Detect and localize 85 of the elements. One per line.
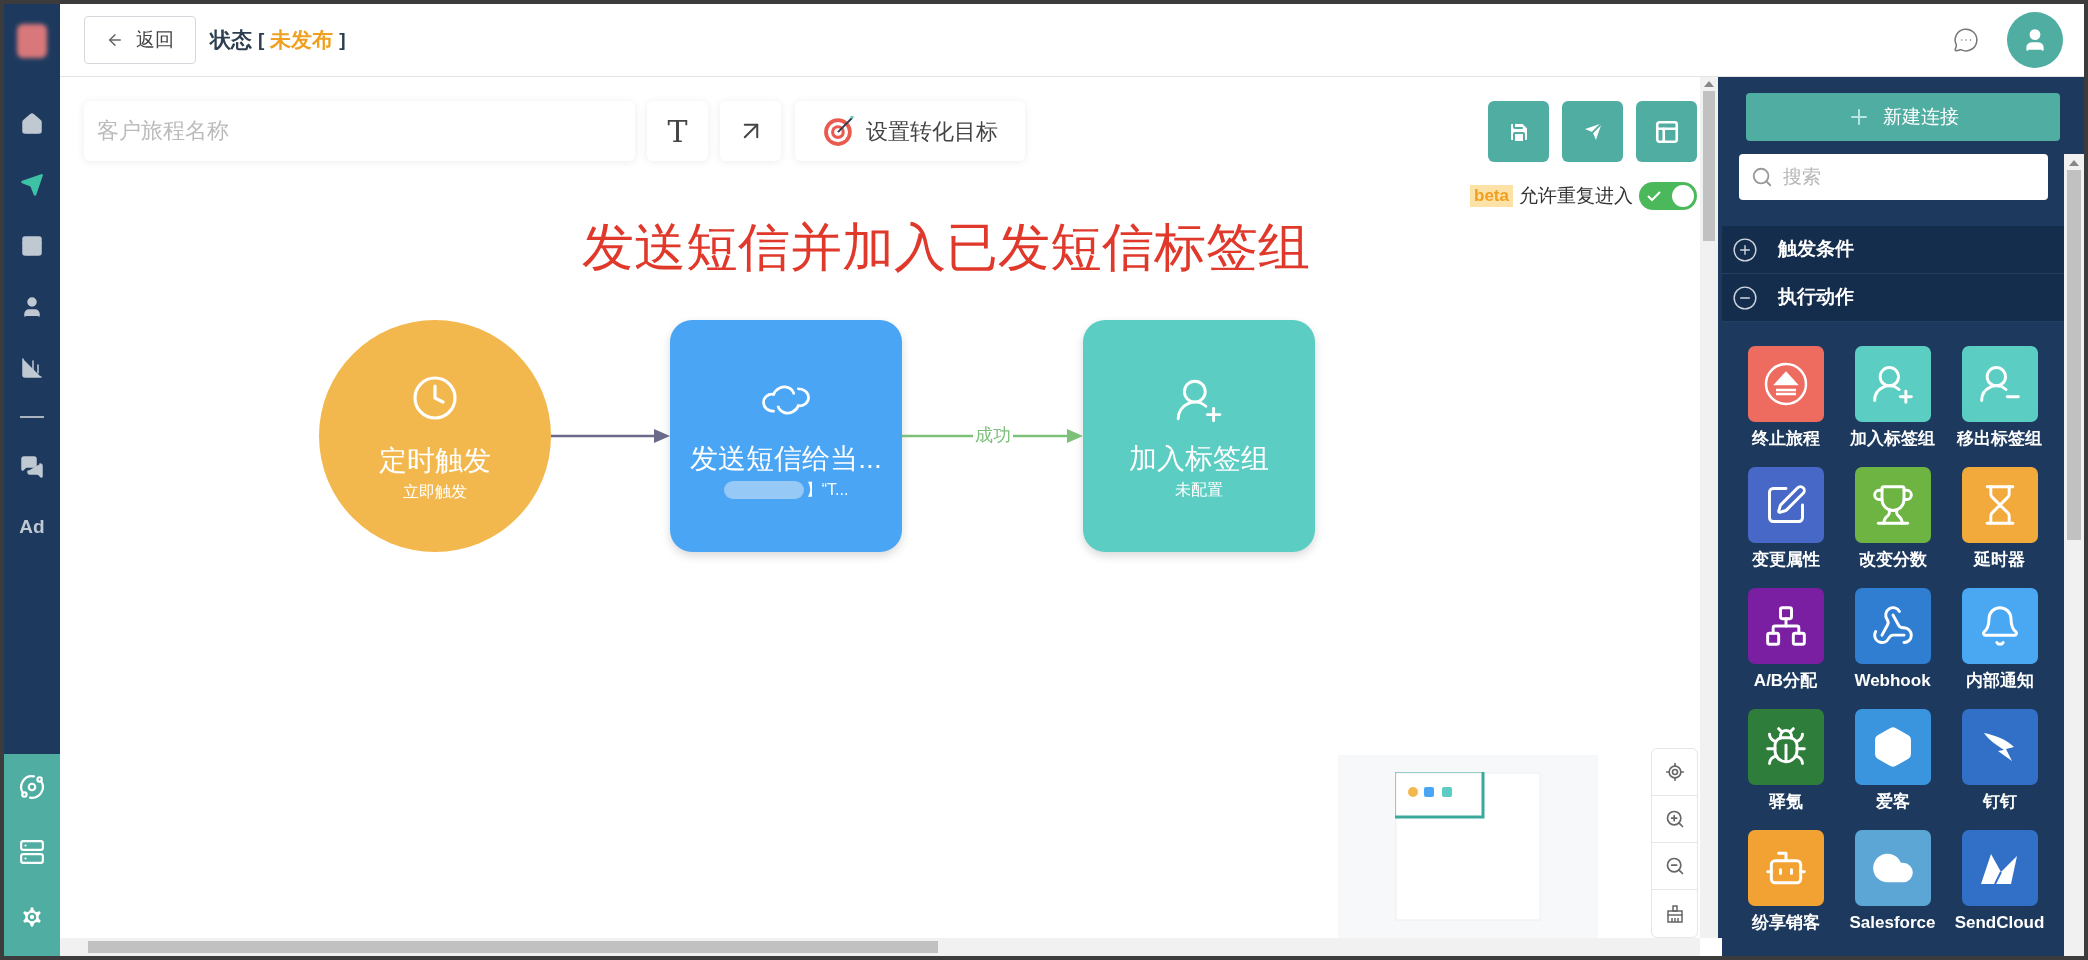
search-icon [1751, 166, 1773, 188]
home-icon [20, 111, 44, 136]
action-tile[interactable] [1854, 588, 1931, 664]
action-label: Webhook [1854, 670, 1931, 692]
avatar[interactable] [2007, 12, 2063, 68]
action-tile[interactable] [1854, 467, 1931, 543]
action-label: 加入标签组 [1850, 428, 1935, 450]
action-label: 移出标签组 [1957, 428, 2042, 450]
beta-badge: beta [1470, 185, 1513, 208]
bracket: [ [258, 27, 265, 52]
nav-item[interactable]: Ad [4, 497, 60, 558]
action-label: SendCloud [1954, 912, 2045, 934]
action-label: Salesforce [1849, 912, 1936, 934]
action-tile[interactable] [1961, 467, 2038, 543]
check-icon [1646, 190, 1662, 203]
status-value: 未发布 [270, 27, 334, 54]
node-title: 定时触发 [379, 443, 491, 478]
logo-icon [17, 23, 47, 58]
branch-icon [1763, 604, 1808, 648]
chat-icon[interactable] [1953, 27, 1979, 53]
action-label: 改变分数 [1858, 549, 1927, 571]
text-tool-button[interactable]: T [647, 101, 708, 161]
eject-icon [1762, 361, 1809, 407]
zoom-out-icon [1664, 856, 1685, 876]
action-label: 内部通知 [1965, 670, 2034, 692]
action-tile[interactable] [1854, 709, 1931, 785]
scrollbar-thumb[interactable] [1703, 91, 1715, 241]
expand-icon [1732, 236, 1758, 263]
goal-button[interactable]: 设置转化目标 [795, 101, 1025, 161]
action-label: 终止旅程 [1751, 428, 1820, 450]
scroll-up-icon[interactable] [1704, 81, 1714, 87]
save-button[interactable] [1488, 101, 1549, 162]
search-field[interactable]: 搜索 [1739, 154, 2048, 200]
status-label: 状态 [210, 27, 252, 54]
trophy-icon [1870, 483, 1915, 527]
node-subtitle: 】“T... [805, 479, 849, 500]
collapse-icon [1732, 284, 1758, 311]
bracket: ] [339, 27, 346, 52]
repeat-entry-label: 允许重复进入 [1519, 184, 1633, 208]
node-subtitle: 未配置 [1175, 479, 1223, 500]
toggle-switch[interactable] [1639, 182, 1697, 211]
action-tile[interactable] [1854, 346, 1931, 422]
action-label: 纷享销客 [1751, 912, 1820, 934]
action-label: 驿氪 [1768, 791, 1803, 813]
action-tile[interactable] [1747, 346, 1824, 422]
action-tile[interactable] [1747, 830, 1824, 906]
scrollbar-thumb[interactable] [88, 941, 938, 953]
section-header[interactable]: 执行动作 [1722, 274, 2064, 322]
node-title: 加入标签组 [1129, 441, 1269, 476]
scroll-up-icon[interactable] [2069, 160, 2079, 166]
action-label: 延时器 [1974, 549, 2025, 571]
action-label: 变更属性 [1751, 549, 1820, 571]
back-button[interactable]: 返回 [84, 16, 196, 64]
action-tile[interactable] [1747, 709, 1824, 785]
vertical-scrollbar[interactable] [1700, 77, 1718, 938]
action-label: 钉钉 [1982, 791, 2017, 813]
node-title: 发送短信给当... [690, 441, 882, 476]
section-header[interactable]: 触发条件 [1722, 226, 2064, 274]
action-tile[interactable] [1961, 830, 2038, 906]
zoom-in-icon [1664, 809, 1685, 829]
action-label: 爱客 [1875, 791, 1910, 813]
action-tile[interactable] [1961, 709, 2038, 785]
action-tile[interactable] [1961, 346, 2038, 422]
horizontal-scrollbar[interactable] [60, 938, 1700, 956]
panel-scrollbar[interactable] [2064, 154, 2084, 956]
journey-name-field[interactable]: 客户旅程名称 [84, 101, 635, 161]
node-subtitle: 立即触发 [403, 481, 467, 502]
action-tile[interactable] [1854, 830, 1931, 906]
locate-icon [1664, 762, 1685, 782]
network-icon[interactable] [19, 773, 45, 800]
action-tile[interactable] [1747, 467, 1824, 543]
journey-title: 发送短信并加入已发短信标签组 [582, 217, 1310, 276]
action-tile[interactable] [1747, 588, 1824, 664]
action-label: A/B分配 [1753, 670, 1818, 692]
send-icon [20, 172, 44, 197]
layout-button[interactable] [1636, 101, 1697, 162]
target-icon [822, 114, 856, 148]
edge-label: 成功 [972, 423, 1013, 446]
arrow-tool-button[interactable] [720, 101, 781, 161]
server-icon[interactable] [19, 839, 45, 865]
action-tile[interactable] [1961, 588, 2038, 664]
chat-bubbles-icon [20, 454, 44, 479]
scrollbar-thumb[interactable] [2067, 170, 2081, 540]
clock-icon [411, 373, 459, 422]
brush-icon [1664, 903, 1685, 924]
